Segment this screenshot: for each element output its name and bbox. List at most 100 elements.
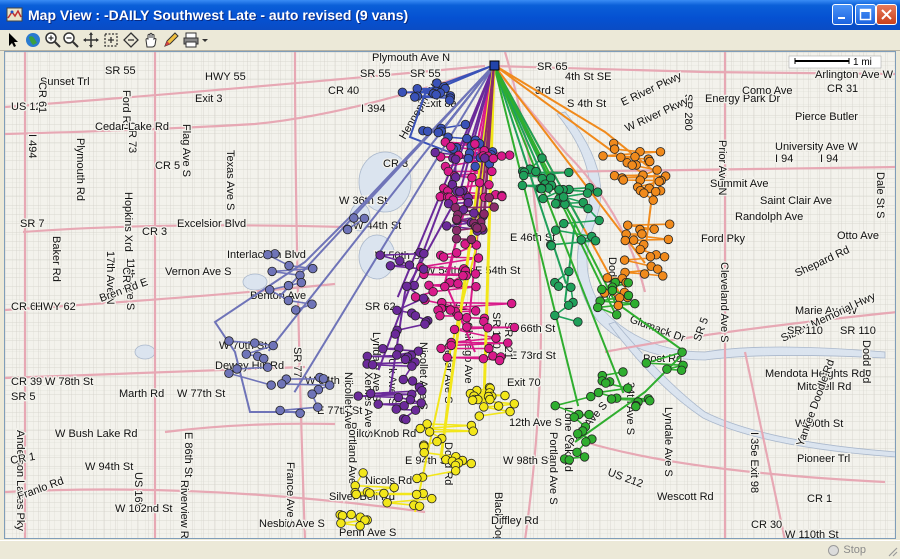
stop-marker-yellow[interactable] — [427, 493, 437, 504]
stop-marker-yellow[interactable] — [336, 518, 346, 528]
stop-marker-magenta[interactable] — [435, 311, 445, 321]
stop-marker-slate[interactable] — [349, 213, 359, 223]
stop-marker-magenta[interactable] — [446, 141, 456, 152]
stop-marker-yellow[interactable] — [337, 510, 348, 521]
stop-marker-slate[interactable] — [266, 380, 276, 390]
stop-marker-purple[interactable] — [480, 153, 490, 163]
stop-marker-yellow[interactable] — [500, 390, 510, 401]
stop-marker-magenta[interactable] — [478, 354, 489, 364]
stop-marker-magenta[interactable] — [467, 172, 477, 183]
stop-marker-green[interactable] — [573, 317, 583, 327]
stop-marker-green[interactable] — [594, 215, 604, 226]
stop-marker-magenta[interactable] — [436, 343, 446, 354]
stop-marker-magenta[interactable] — [497, 191, 507, 202]
stop-marker-lime[interactable] — [645, 396, 655, 406]
stop-marker-blue[interactable] — [470, 161, 480, 172]
stop-marker-orange[interactable] — [609, 144, 620, 154]
stop-marker-blue[interactable] — [445, 95, 455, 105]
stop-marker-magenta[interactable] — [428, 286, 438, 297]
stop-marker-orange[interactable] — [665, 219, 675, 229]
stop-marker-red-purple[interactable] — [489, 202, 499, 212]
stop-marker-lime[interactable] — [581, 437, 591, 447]
stop-marker-lime[interactable] — [612, 310, 622, 320]
close-button[interactable] — [876, 4, 897, 25]
stop-marker-slate[interactable] — [284, 260, 294, 271]
stop-marker-yellow[interactable] — [419, 447, 429, 458]
stop-marker-yellow[interactable] — [424, 427, 435, 437]
stop-marker-purple[interactable] — [419, 264, 429, 274]
stop-marker-magenta[interactable] — [410, 292, 421, 302]
stop-marker-purple[interactable] — [418, 293, 429, 304]
stop-marker-green[interactable] — [564, 167, 574, 178]
stop-marker-orange[interactable] — [618, 175, 629, 185]
stop-marker-purple[interactable] — [353, 391, 363, 401]
stop-marker-purple[interactable] — [398, 374, 409, 385]
stop-marker-blue[interactable] — [462, 133, 472, 144]
stop-marker-yellow[interactable] — [493, 401, 504, 411]
stop-marker-lime[interactable] — [564, 455, 575, 465]
stop-marker-magenta[interactable] — [487, 166, 497, 177]
stop-button[interactable]: Stop — [828, 542, 866, 558]
stop-marker-blue[interactable] — [460, 119, 471, 130]
stop-marker-orange[interactable] — [637, 229, 647, 239]
stop-marker-purple[interactable] — [392, 350, 402, 360]
stop-marker-yellow[interactable] — [382, 498, 392, 508]
stop-marker-lime[interactable] — [586, 391, 596, 402]
stop-marker-magenta[interactable] — [474, 178, 485, 188]
stop-marker-lime[interactable] — [662, 364, 672, 374]
stop-marker-orange[interactable] — [598, 151, 608, 161]
stop-marker-red-purple[interactable] — [451, 234, 462, 244]
stop-marker-magenta[interactable] — [438, 252, 449, 262]
stop-marker-magenta[interactable] — [462, 322, 472, 332]
window-titlebar[interactable]: Map View : -DAILY Southwest Late - auto … — [0, 0, 900, 30]
stop-marker-slate[interactable] — [325, 380, 335, 390]
stop-marker-lime[interactable] — [601, 378, 611, 388]
stop-marker-magenta[interactable] — [451, 248, 462, 258]
stop-marker-magenta[interactable] — [445, 305, 456, 315]
stop-marker-lime[interactable] — [631, 401, 641, 412]
stop-marker-green[interactable] — [553, 281, 564, 292]
stop-marker-purple[interactable] — [455, 186, 465, 197]
stop-marker-magenta[interactable] — [494, 355, 505, 366]
stop-marker-purple[interactable] — [407, 361, 417, 371]
stop-marker-blue[interactable] — [397, 87, 408, 98]
stop-marker-purple[interactable] — [366, 388, 376, 399]
stop-marker-magenta[interactable] — [458, 271, 468, 281]
stop-marker-magenta[interactable] — [471, 281, 481, 292]
stop-marker-yellow[interactable] — [414, 501, 425, 512]
stop-marker-slate[interactable] — [283, 280, 294, 291]
stop-marker-slate[interactable] — [307, 299, 317, 309]
stop-marker-slate[interactable] — [307, 389, 317, 399]
stop-marker-yellow[interactable] — [509, 399, 520, 409]
stop-marker-yellow[interactable] — [365, 488, 375, 498]
stop-marker-orange[interactable] — [651, 186, 661, 197]
stop-marker-magenta[interactable] — [446, 340, 456, 351]
stop-marker-magenta[interactable] — [471, 306, 481, 316]
stop-marker-yellow[interactable] — [485, 394, 495, 405]
depot-marker[interactable] — [489, 60, 500, 71]
stop-marker-red-purple[interactable] — [451, 225, 462, 236]
stop-marker-slate[interactable] — [263, 362, 273, 372]
stop-marker-slate[interactable] — [268, 340, 278, 351]
stop-marker-yellow[interactable] — [474, 411, 485, 421]
stop-marker-magenta[interactable] — [491, 333, 501, 343]
stop-marker-slate[interactable] — [259, 353, 269, 364]
stop-marker-green[interactable] — [559, 218, 569, 229]
stop-marker-green[interactable] — [546, 241, 557, 251]
stop-marker-slate[interactable] — [275, 405, 285, 416]
stop-marker-magenta[interactable] — [497, 151, 507, 161]
stop-marker-purple[interactable] — [430, 147, 440, 158]
stop-marker-green[interactable] — [563, 300, 574, 311]
stop-marker-slate[interactable] — [308, 263, 318, 274]
stop-marker-orange[interactable] — [623, 220, 633, 230]
map-svg[interactable]: Plymouth Ave NSunset TrlSR 55 HWY 55 SR 55… — [5, 52, 896, 539]
stop-marker-orange[interactable] — [658, 271, 668, 281]
stop-marker-purple[interactable] — [391, 404, 401, 414]
stop-marker-slate[interactable] — [313, 402, 323, 412]
stop-marker-magenta[interactable] — [488, 153, 499, 164]
stop-marker-lime[interactable] — [573, 429, 583, 439]
stop-marker-green[interactable] — [593, 187, 603, 197]
stop-marker-yellow[interactable] — [379, 488, 389, 499]
stop-marker-purple[interactable] — [419, 248, 429, 259]
stop-marker-magenta[interactable] — [470, 139, 480, 149]
